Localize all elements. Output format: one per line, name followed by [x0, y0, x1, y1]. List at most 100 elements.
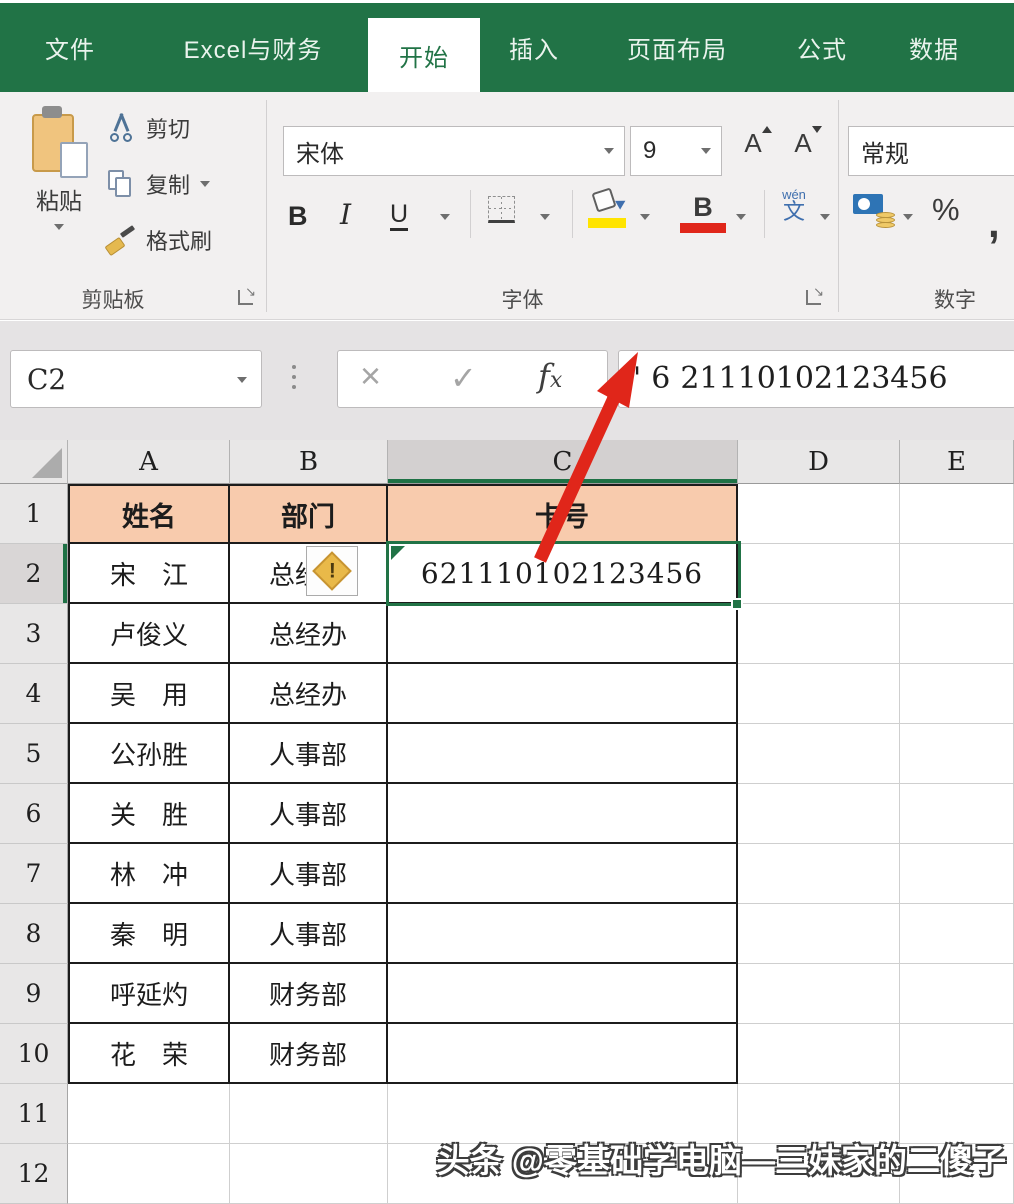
- cell-a4[interactable]: 吴 用: [68, 664, 230, 724]
- cell-e1[interactable]: [900, 484, 1014, 544]
- cell-c6[interactable]: [388, 784, 738, 844]
- cell-b8[interactable]: 人事部: [230, 904, 388, 964]
- font-color-dropdown-arrow[interactable]: [736, 214, 746, 220]
- cell-b1[interactable]: 部门: [230, 484, 388, 544]
- cell-a3[interactable]: 卢俊义: [68, 604, 230, 664]
- bold-button[interactable]: B: [288, 196, 308, 236]
- name-box-dropdown-arrow[interactable]: [237, 377, 247, 383]
- row-header-8[interactable]: 8: [0, 904, 68, 964]
- cell-b5[interactable]: 人事部: [230, 724, 388, 784]
- cell-c4[interactable]: [388, 664, 738, 724]
- cell-d8[interactable]: [738, 904, 900, 964]
- cell-a6[interactable]: 关 胜: [68, 784, 230, 844]
- cell-c10[interactable]: [388, 1024, 738, 1084]
- cell-a12[interactable]: [68, 1144, 230, 1204]
- cell-d5[interactable]: [738, 724, 900, 784]
- row-header-10[interactable]: 10: [0, 1024, 68, 1084]
- tab-insert[interactable]: 插入: [500, 3, 568, 92]
- percent-style-button[interactable]: %: [932, 192, 960, 228]
- cell-a1[interactable]: 姓名: [68, 484, 230, 544]
- row-header-12[interactable]: 12: [0, 1144, 68, 1204]
- tab-file[interactable]: 文件: [38, 3, 102, 92]
- cell-a8[interactable]: 秦 明: [68, 904, 230, 964]
- cell-c1[interactable]: 卡号: [388, 484, 738, 544]
- cell-e2[interactable]: [900, 544, 1014, 604]
- cell-d7[interactable]: [738, 844, 900, 904]
- formula-input[interactable]: '621110102123456: [618, 350, 1014, 408]
- cell-e5[interactable]: [900, 724, 1014, 784]
- cell-d3[interactable]: [738, 604, 900, 664]
- underline-dropdown-arrow[interactable]: [440, 214, 450, 220]
- cell-a9[interactable]: 呼延灼: [68, 964, 230, 1024]
- column-header-d[interactable]: D: [738, 440, 900, 484]
- cell-a7[interactable]: 林 冲: [68, 844, 230, 904]
- cell-c7[interactable]: [388, 844, 738, 904]
- paste-button[interactable]: 粘贴: [18, 106, 100, 264]
- italic-button[interactable]: I: [340, 194, 351, 234]
- tab-home[interactable]: 开始: [368, 18, 480, 92]
- cell-b4[interactable]: 总经办: [230, 664, 388, 724]
- borders-dropdown-arrow[interactable]: [540, 214, 550, 220]
- accounting-dropdown-arrow[interactable]: [903, 214, 913, 220]
- cell-c9[interactable]: [388, 964, 738, 1024]
- cell-b12[interactable]: [230, 1144, 388, 1204]
- cell-b10[interactable]: 财务部: [230, 1024, 388, 1084]
- underline-button[interactable]: U: [390, 196, 408, 236]
- row-header-5[interactable]: 5: [0, 724, 68, 784]
- cell-d1[interactable]: [738, 484, 900, 544]
- select-all-corner[interactable]: [0, 440, 68, 484]
- error-checking-button[interactable]: !: [306, 546, 358, 596]
- clipboard-dialog-launcher-icon[interactable]: ↘: [238, 290, 253, 305]
- cell-d6[interactable]: [738, 784, 900, 844]
- row-header-2[interactable]: 2: [0, 544, 68, 604]
- formula-bar-resize-handle[interactable]: [292, 365, 296, 389]
- cell-a2[interactable]: 宋 江: [68, 544, 230, 604]
- paste-dropdown-arrow[interactable]: [54, 224, 64, 230]
- comma-style-button[interactable]: ,: [988, 210, 1000, 235]
- cell-c3[interactable]: [388, 604, 738, 664]
- cell-e10[interactable]: [900, 1024, 1014, 1084]
- copy-button[interactable]: 复制: [106, 164, 210, 204]
- row-header-4[interactable]: 4: [0, 664, 68, 724]
- column-header-a[interactable]: A: [68, 440, 230, 484]
- tab-formulas[interactable]: 公式: [788, 3, 856, 92]
- font-size-combo[interactable]: 9: [630, 126, 722, 176]
- fill-color-dropdown-arrow[interactable]: [640, 214, 650, 220]
- cell-c2-selected[interactable]: 621110102123456: [388, 544, 738, 604]
- cell-e6[interactable]: [900, 784, 1014, 844]
- row-header-1[interactable]: 1: [0, 484, 68, 544]
- cell-b6[interactable]: 人事部: [230, 784, 388, 844]
- cell-d4[interactable]: [738, 664, 900, 724]
- font-color-button[interactable]: B: [680, 194, 726, 236]
- tab-page-layout[interactable]: 页面布局: [608, 3, 746, 92]
- cell-b9[interactable]: 财务部: [230, 964, 388, 1024]
- cell-a10[interactable]: 花 荣: [68, 1024, 230, 1084]
- fill-handle[interactable]: [731, 598, 743, 610]
- cell-d10[interactable]: [738, 1024, 900, 1084]
- column-header-c[interactable]: C: [388, 440, 738, 484]
- column-header-b[interactable]: B: [230, 440, 388, 484]
- accounting-format-button[interactable]: [853, 194, 895, 228]
- enter-icon[interactable]: ✓: [450, 359, 477, 397]
- insert-function-icon[interactable]: fx: [538, 357, 562, 395]
- cell-b7[interactable]: 人事部: [230, 844, 388, 904]
- cell-d9[interactable]: [738, 964, 900, 1024]
- name-box[interactable]: C2: [10, 350, 262, 408]
- cell-e7[interactable]: [900, 844, 1014, 904]
- row-header-3[interactable]: 3: [0, 604, 68, 664]
- row-header-9[interactable]: 9: [0, 964, 68, 1024]
- row-header-11[interactable]: 11: [0, 1084, 68, 1144]
- font-dialog-launcher-icon[interactable]: ↘: [806, 290, 821, 305]
- cancel-icon[interactable]: ×: [360, 355, 381, 397]
- cell-e3[interactable]: [900, 604, 1014, 664]
- cell-a5[interactable]: 公孙胜: [68, 724, 230, 784]
- font-size-dropdown-arrow[interactable]: [701, 148, 711, 154]
- number-format-combo[interactable]: 常规: [848, 126, 1014, 176]
- cell-c8[interactable]: [388, 904, 738, 964]
- format-painter-button[interactable]: 格式刷: [106, 220, 212, 260]
- row-header-6[interactable]: 6: [0, 784, 68, 844]
- fill-color-button[interactable]: [588, 190, 628, 230]
- cell-e4[interactable]: [900, 664, 1014, 724]
- phonetic-dropdown-arrow[interactable]: [820, 214, 830, 220]
- cell-c5[interactable]: [388, 724, 738, 784]
